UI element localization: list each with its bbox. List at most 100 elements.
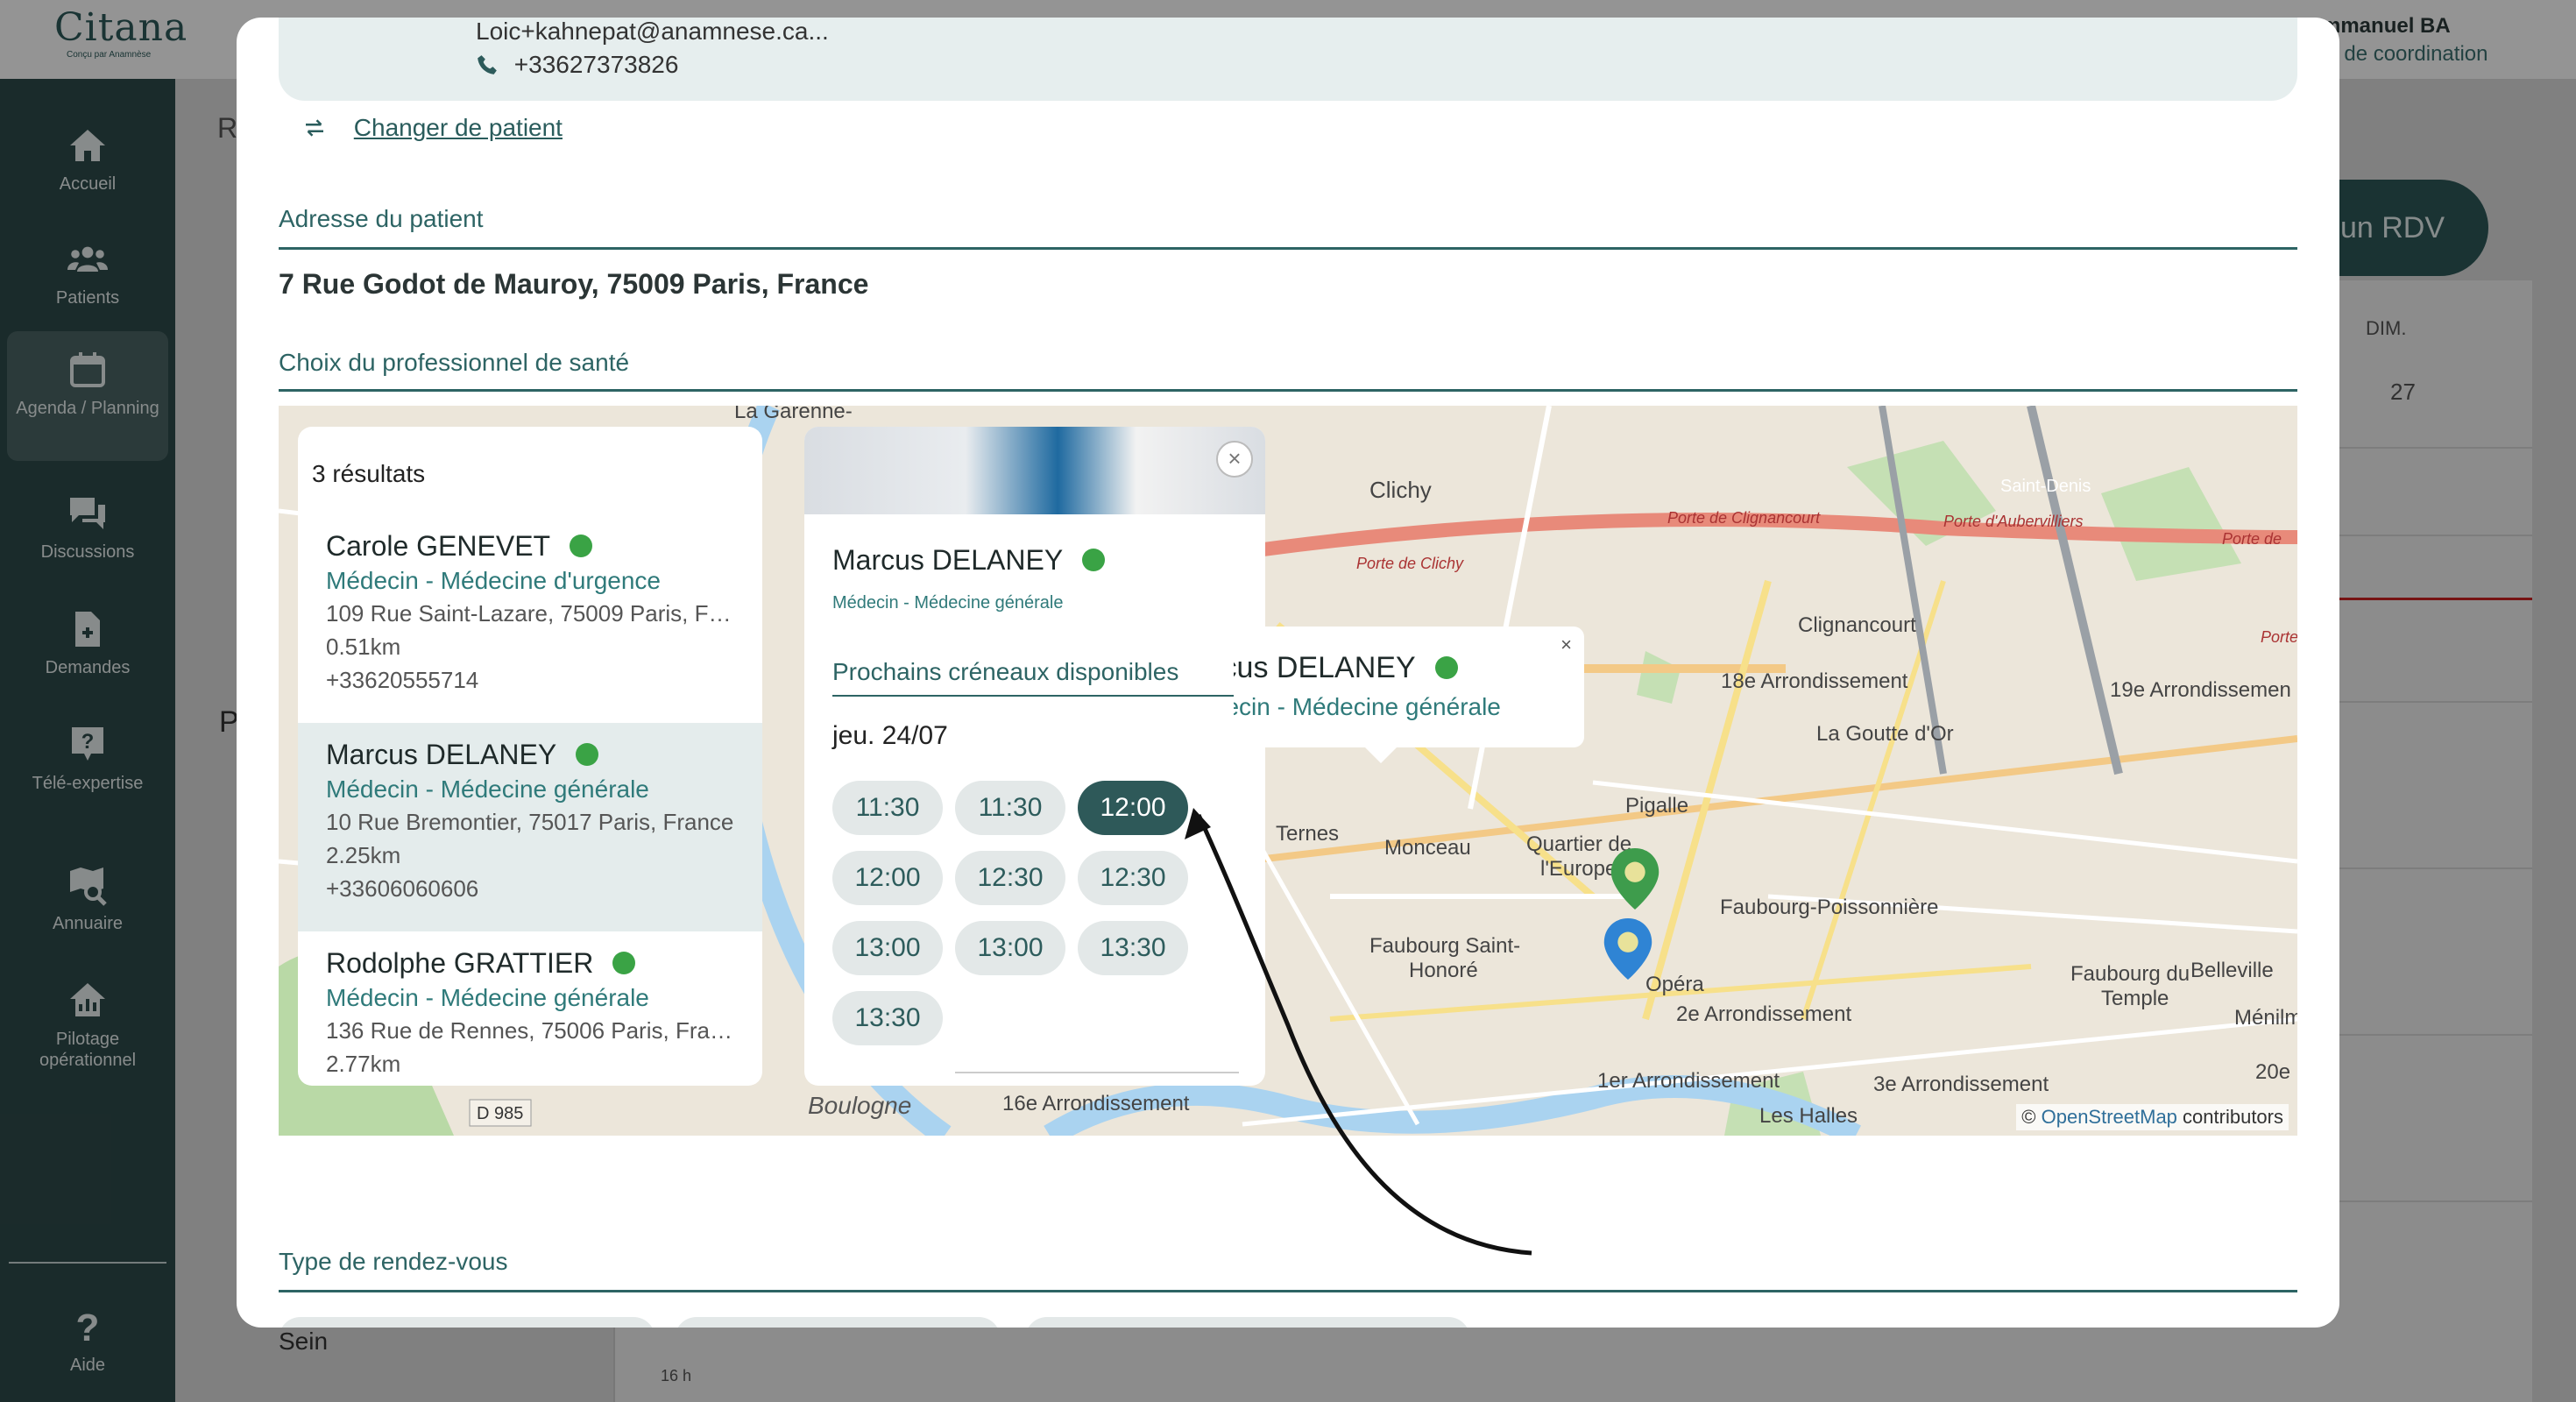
svg-text:Belleville: Belleville xyxy=(2190,959,2274,982)
slot-doctor-name: Marcus DELANEY xyxy=(832,544,1064,576)
osm-link[interactable]: OpenStreetMap xyxy=(2042,1106,2177,1128)
svg-text:Faubourg-Poissonnière: Faubourg-Poissonnière xyxy=(1720,896,1938,919)
svg-text:Pigalle: Pigalle xyxy=(1625,794,1688,818)
result-name-row: Marcus DELANEY xyxy=(326,739,599,771)
patient-card: Loic+kahnepat@anamnese.ca... +3362737382… xyxy=(279,18,2297,101)
slots-subtitle: Prochains créneaux disponibles xyxy=(832,658,1179,685)
patient-marker-icon[interactable] xyxy=(1603,918,1652,980)
appointment-type-option[interactable] xyxy=(675,1317,1001,1328)
svg-text:1er Arrondissement: 1er Arrondissement xyxy=(1597,1069,1780,1093)
svg-text:La Garenne-: La Garenne- xyxy=(734,406,853,423)
svg-text:19e Arrondissemen: 19e Arrondissemen xyxy=(2110,678,2291,702)
slot-doctor-name-row: Marcus DELANEY xyxy=(832,544,1106,577)
patient-phone: +33627373826 xyxy=(513,51,679,78)
svg-text:La Goutte d'Or: La Goutte d'Or xyxy=(1816,722,1954,746)
section-divider xyxy=(279,1290,2297,1292)
result-item[interactable]: Carole GENEVET Médecin - Médecine d'urge… xyxy=(298,514,762,723)
result-name-row: Rodolphe GRATTIER xyxy=(326,947,636,980)
slot-button[interactable]: 13:00 xyxy=(955,921,1065,975)
section-divider xyxy=(279,389,2297,392)
svg-text:2e Arrondissement: 2e Arrondissement xyxy=(1676,1002,1851,1026)
result-address: 136 Rue de Rennes, 75006 Paris, France xyxy=(326,1017,738,1044)
swap-icon xyxy=(306,119,323,137)
svg-text:Clignancourt: Clignancourt xyxy=(1798,613,1916,637)
map[interactable]: La Garenne- Clichy Saint-Denis Porte de … xyxy=(279,406,2297,1136)
slot-button[interactable]: 12:30 xyxy=(1078,851,1188,905)
available-dot xyxy=(612,952,636,974)
result-item[interactable]: Rodolphe GRATTIER Médecin - Médecine gén… xyxy=(298,931,762,1086)
map-marker-icon[interactable] xyxy=(1610,848,1660,910)
slot-doctor-specialty: Médecin - Médecine générale xyxy=(832,593,1064,612)
available-dot xyxy=(570,535,593,557)
svg-text:Porte d'Aubervilliers: Porte d'Aubervilliers xyxy=(1943,513,2084,530)
professional-section-title: Choix du professionnel de santé xyxy=(279,349,630,376)
patient-address: 7 Rue Godot de Mauroy, 75009 Paris, Fran… xyxy=(279,268,869,300)
svg-text:Faubourg du: Faubourg du xyxy=(2070,962,2190,986)
slot-button[interactable]: 11:30 xyxy=(832,781,943,835)
result-name-row: Carole GENEVET xyxy=(326,530,593,563)
section-divider xyxy=(279,247,2297,250)
result-distance: 0.51km xyxy=(326,634,401,660)
appointment-type-option[interactable] xyxy=(1025,1317,1470,1328)
slot-button-selected[interactable]: 12:00 xyxy=(1078,781,1188,835)
svg-text:Ménilmont: Ménilmont xyxy=(2234,1006,2297,1030)
slot-button[interactable]: 13:30 xyxy=(832,991,943,1045)
appointment-type-option[interactable] xyxy=(279,1317,655,1328)
svg-text:Porte de: Porte de xyxy=(2222,530,2282,548)
svg-text:Opéra: Opéra xyxy=(1645,973,1704,996)
marker-popup-tail xyxy=(1362,744,1400,763)
result-phone: +33620555714 xyxy=(326,667,479,693)
result-name: Marcus DELANEY xyxy=(326,739,557,770)
change-patient-label: Changer de patient xyxy=(353,114,563,141)
svg-text:Monceau: Monceau xyxy=(1384,836,1471,860)
svg-text:Clichy: Clichy xyxy=(1369,477,1432,503)
attrib-prefix: © xyxy=(2021,1106,2036,1128)
svg-text:Temple: Temple xyxy=(2101,987,2169,1010)
svg-text:Porte de Clichy: Porte de Clichy xyxy=(1356,555,1464,572)
result-address: 109 Rue Saint-Lazare, 75009 Paris, Franc… xyxy=(326,600,738,627)
slot-button[interactable]: 11:30 xyxy=(955,781,1065,835)
appointment-type-title: Type de rendez-vous xyxy=(279,1248,508,1275)
slots-panel: × Marcus DELANEY Médecin - Médecine géné… xyxy=(804,427,1265,1086)
slot-button[interactable]: 13:30 xyxy=(1078,921,1188,975)
address-section-title: Adresse du patient xyxy=(279,205,484,232)
result-specialty: Médecin - Médecine générale xyxy=(326,984,649,1011)
results-panel: 3 résultats Carole GENEVET Médecin - Méd… xyxy=(298,427,762,1086)
svg-text:16e Arrondissement: 16e Arrondissement xyxy=(1002,1092,1190,1115)
marker-popup-specialty: Médecin - Médecine générale xyxy=(1234,693,1501,720)
result-name: Carole GENEVET xyxy=(326,530,551,562)
map-attribution: © OpenStreetMap contributors xyxy=(2016,1104,2289,1130)
phone-icon xyxy=(478,55,497,74)
marker-popup: Marcus DELANEY Médecin - Médecine généra… xyxy=(1234,627,1584,747)
result-name: Rodolphe GRATTIER xyxy=(326,947,594,979)
svg-text:Porte: Porte xyxy=(2261,628,2297,646)
results-count: 3 résultats xyxy=(312,460,426,487)
svg-text:Faubourg Saint-: Faubourg Saint- xyxy=(1369,934,1520,958)
marker-popup-close[interactable]: × xyxy=(1560,634,1572,656)
available-dot xyxy=(1082,549,1106,571)
attrib-suffix: contributors xyxy=(2183,1106,2283,1128)
doctor-photo xyxy=(804,427,1265,514)
slot-button[interactable]: 13:00 xyxy=(832,921,943,975)
result-distance: 2.77km xyxy=(326,1051,401,1077)
svg-text:l'Europe: l'Europe xyxy=(1540,857,1617,881)
svg-text:Les Halles: Les Halles xyxy=(1759,1104,1858,1128)
slots-scroll-divider xyxy=(955,1072,1239,1073)
slot-button[interactable]: 12:30 xyxy=(955,851,1065,905)
slots-divider xyxy=(832,695,1235,697)
svg-text:Ternes: Ternes xyxy=(1276,822,1339,846)
result-item[interactable]: Marcus DELANEY Médecin - Médecine généra… xyxy=(298,723,762,931)
svg-text:Honoré: Honoré xyxy=(1409,959,1478,982)
svg-text:Boulogne: Boulogne xyxy=(808,1092,911,1119)
appointment-modal: Loic+kahnepat@anamnese.ca... +3362737382… xyxy=(237,18,2339,1328)
marker-popup-name: Marcus DELANEY xyxy=(1234,651,1416,684)
result-specialty: Médecin - Médecine d'urgence xyxy=(326,567,662,594)
available-dot xyxy=(576,743,599,766)
patient-email: Loic+kahnepat@anamnese.ca... xyxy=(476,18,829,45)
result-phone: +33606060606 xyxy=(326,875,479,902)
slot-button[interactable]: 12:00 xyxy=(832,851,943,905)
close-slots-button[interactable]: × xyxy=(1216,441,1253,478)
change-patient-link[interactable]: Changer de patient xyxy=(301,114,563,142)
svg-text:20e: 20e xyxy=(2255,1060,2290,1084)
svg-text:Porte de Clignancourt: Porte de Clignancourt xyxy=(1667,509,1821,527)
